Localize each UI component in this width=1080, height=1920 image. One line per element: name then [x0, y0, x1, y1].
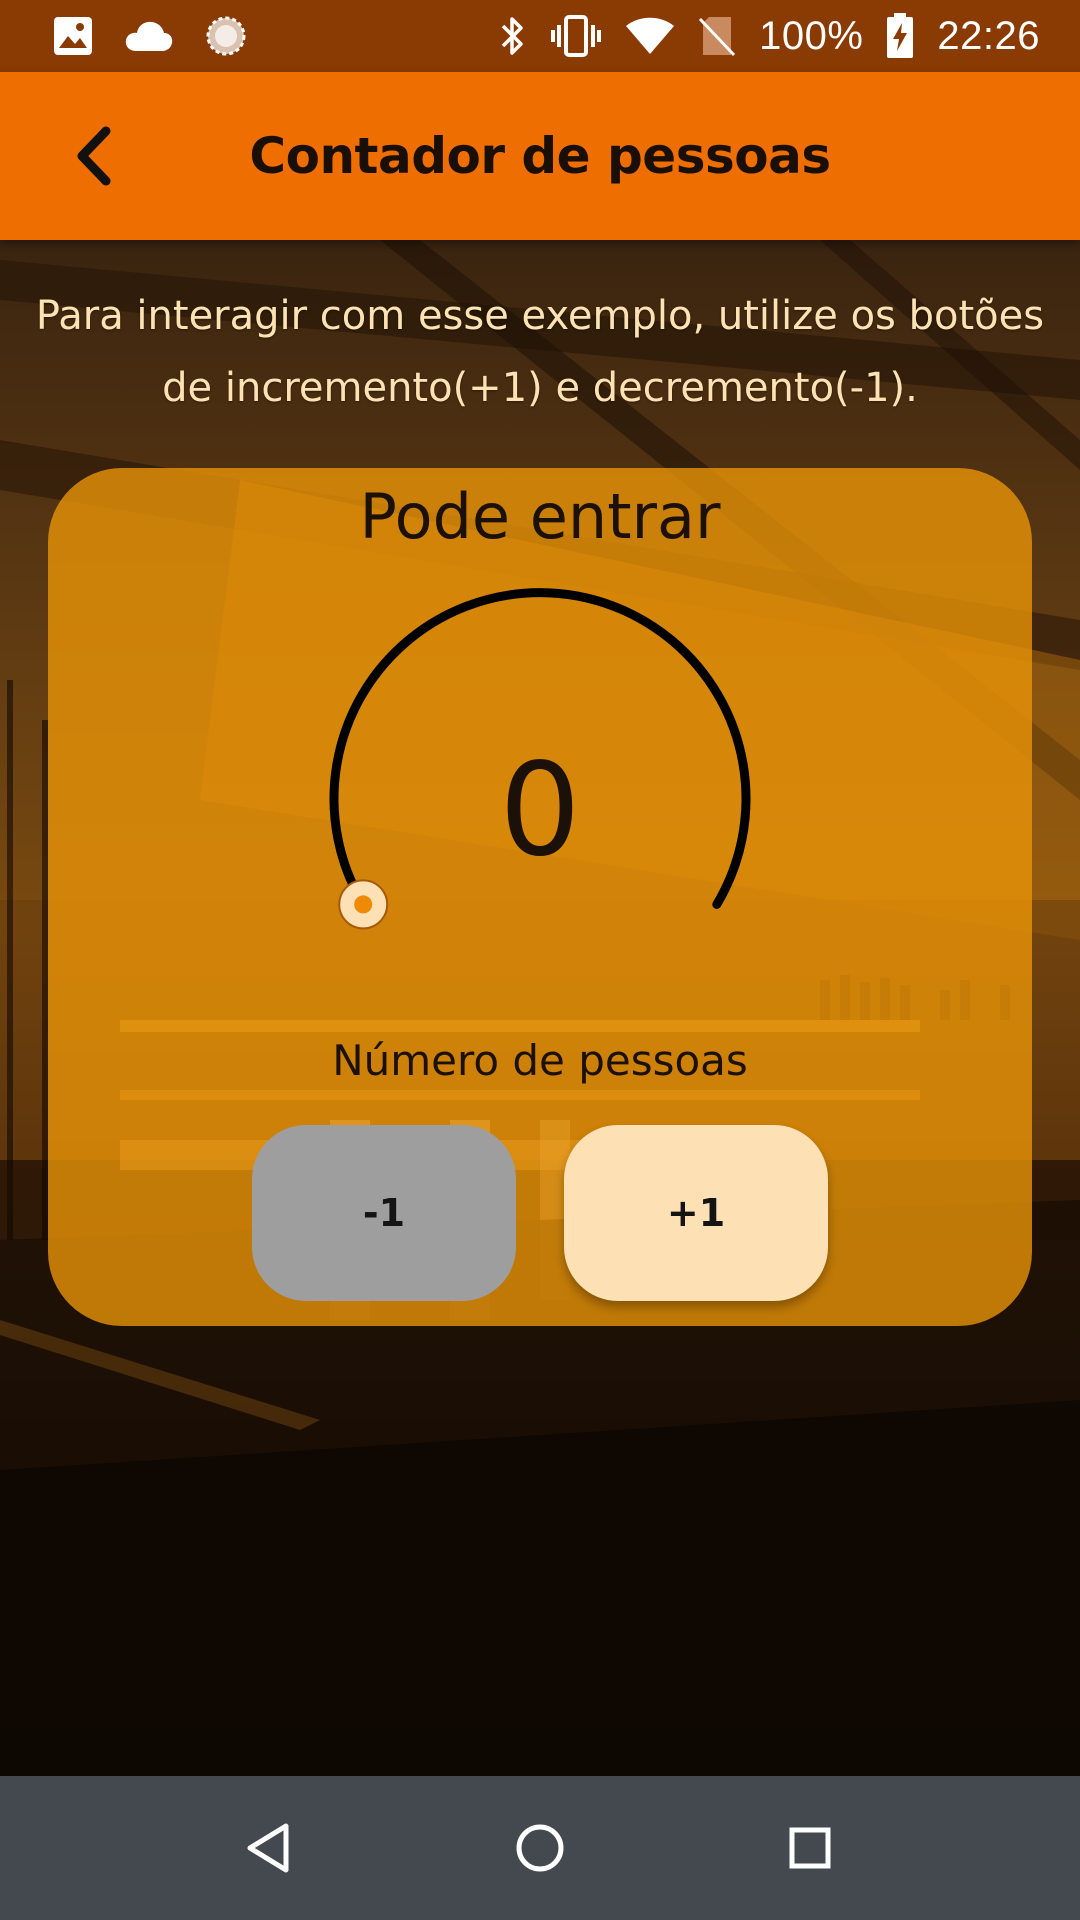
- battery-charging-icon: [885, 13, 915, 59]
- vibrate-icon: [549, 14, 603, 58]
- count-label: Número de pessoas: [332, 1036, 748, 1085]
- cloud-icon: [124, 19, 174, 53]
- wifi-icon: [625, 16, 675, 56]
- navigation-bar: [0, 1776, 1080, 1920]
- screen: 100% 22:26 Contador de pessoas Para inte…: [0, 0, 1080, 1920]
- nav-home-button[interactable]: [490, 1798, 590, 1898]
- clock: 22:26: [937, 13, 1040, 58]
- increment-button[interactable]: +1: [564, 1125, 828, 1301]
- nav-recents-button[interactable]: [760, 1798, 860, 1898]
- no-sim-icon: [697, 14, 737, 58]
- entry-status-label: Pode entrar: [359, 480, 721, 553]
- bluetooth-icon: [497, 14, 527, 58]
- status-bar: 100% 22:26: [0, 0, 1080, 72]
- nav-back-button[interactable]: [220, 1798, 320, 1898]
- gauge-knob[interactable]: [338, 879, 389, 930]
- status-left-icons: [52, 14, 248, 58]
- page-title: Contador de pessoas: [249, 127, 831, 185]
- count-value: 0: [499, 735, 581, 885]
- status-right-icons: 100% 22:26: [497, 13, 1040, 59]
- sync-progress-icon: [204, 14, 248, 58]
- gallery-icon: [52, 15, 94, 57]
- battery-percent: 100%: [759, 13, 864, 58]
- app-bar: Contador de pessoas: [0, 72, 1080, 240]
- nav-back-icon: [247, 1823, 289, 1873]
- nav-recents-icon: [789, 1827, 831, 1869]
- nav-home-icon: [516, 1824, 564, 1872]
- decrement-button[interactable]: -1: [252, 1125, 516, 1301]
- instruction-text: Para interagir com esse exemplo, utilize…: [35, 293, 1045, 411]
- gauge-knob-inner: [354, 895, 373, 914]
